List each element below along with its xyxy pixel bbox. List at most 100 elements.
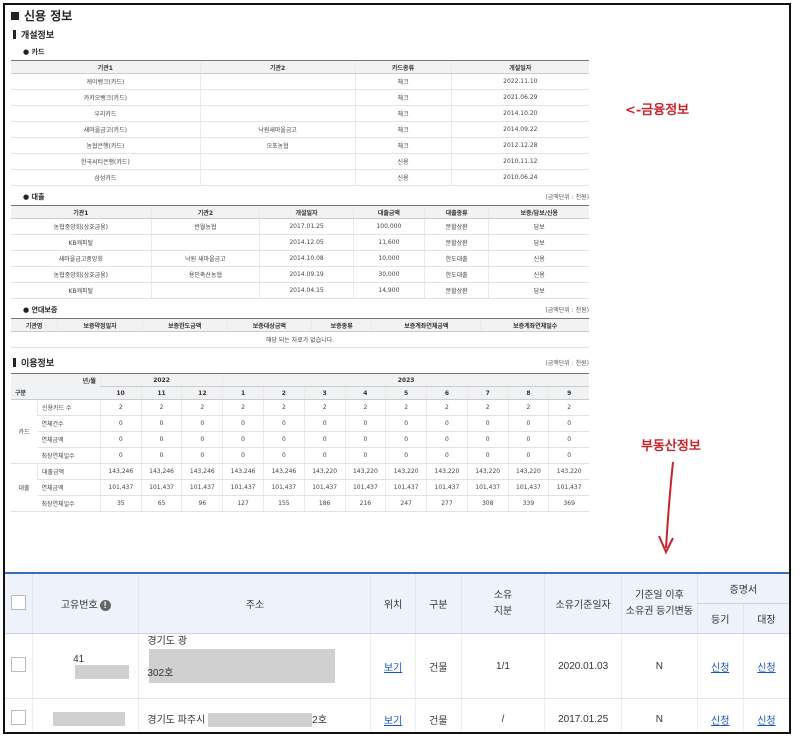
base-date-cell: 2017.01.25 <box>544 698 622 732</box>
table-cell: 101,437 <box>548 479 589 496</box>
table-cell: 339 <box>507 495 549 512</box>
table-cell: 0 <box>385 431 427 448</box>
table-cell: 216 <box>344 495 386 512</box>
table-row: 최장연체일수 0 0 0 0 0 0 0 0 0 0 0 0 <box>11 447 589 464</box>
card-table: 기관1 기관2 카드종류 개설일자 케이뱅크(카드) 체크 2022.11.10 카카오뱅크(… <box>11 60 589 186</box>
table-cell: 신용 <box>488 266 589 283</box>
table-cell: 0 <box>99 431 142 448</box>
row-checkbox[interactable] <box>11 710 27 725</box>
address-suffix: 2호 <box>312 714 327 726</box>
finance-annotation: <-금융정보 <box>625 103 690 118</box>
table-cell: 0 <box>140 447 182 464</box>
table-cell: 0 <box>181 415 223 432</box>
table-cell: 14,900 <box>352 282 425 299</box>
location-header: 위치 <box>370 572 416 634</box>
reg-apply-link[interactable]: 신청 <box>711 663 729 674</box>
table-cell: 2012.12.28 <box>450 137 589 154</box>
bar-bullet-icon <box>13 30 16 39</box>
table-cell: 247 <box>385 495 427 512</box>
table-cell: 96 <box>181 495 223 512</box>
table-cell <box>150 234 260 251</box>
table-cell: 신용 <box>488 250 589 267</box>
table-cell: 2014.10.08 <box>259 250 354 267</box>
table-cell: 2010.11.12 <box>450 153 589 170</box>
row-label: 연체금액 <box>37 431 101 448</box>
table-cell: 체크 <box>354 105 452 122</box>
credit-report: 신용 정보 개설정보 ● 카드 기관1 기관2 카드종류 개설일자 케이뱅크(카드) 체크… <box>11 5 589 512</box>
year-row: 년/월 구분 2022 2023 <box>11 373 589 400</box>
table-cell: 한도대출 <box>423 250 489 267</box>
table-cell: 0 <box>344 447 386 464</box>
location-view-link[interactable]: 보기 <box>384 663 402 674</box>
table-cell: KB캐피탈 <box>11 282 152 299</box>
table-cell: 0 <box>507 415 549 432</box>
table-row: 연체금액 0 0 0 0 0 0 0 0 0 0 0 0 <box>11 431 589 448</box>
table-cell: 0 <box>426 431 468 448</box>
table-cell: 101,437 <box>262 479 305 496</box>
share-cell: / <box>460 698 545 732</box>
row-checkbox[interactable] <box>11 657 27 672</box>
table-cell: 2014.09.19 <box>259 266 354 283</box>
table-cell: 101,437 <box>140 479 182 496</box>
reg-apply-link[interactable]: 신청 <box>711 716 729 727</box>
address-text: 경기도 파주시 <box>147 714 209 726</box>
table-cell: 0 <box>222 415 264 432</box>
table-cell: 101,437 <box>344 479 386 496</box>
table-cell: 143,220 <box>507 463 549 480</box>
table-cell: 100,000 <box>352 218 425 235</box>
cert-ledger-header: 대장 <box>742 603 789 634</box>
table-cell: 369 <box>548 495 589 512</box>
corner-header: 년/월 구분 <box>11 373 101 400</box>
realestate-annotation: 부동산정보 <box>641 439 701 454</box>
table-row: 농협중앙회(상호금융) 반월농협 2017.01.25 100,000 분할상환 담보 <box>11 218 589 235</box>
row-label: 최장연체일수 <box>37 447 101 464</box>
table-cell: 케이뱅크(카드) <box>11 73 201 90</box>
month-header: 8 <box>507 386 549 400</box>
table-row: 농협중앙회(상호금융) 용인축산농협 2014.09.19 30,000 한도대출 신용 <box>11 266 589 283</box>
table-cell: 0 <box>181 447 223 464</box>
column-header: 기관2 <box>199 60 356 74</box>
table-cell: 농협은행(카드) <box>11 137 201 154</box>
table-cell: 127 <box>222 495 264 512</box>
property-table: 고유번호! 주소 위치 구분 소유 지분 소유기준일자 기준일 이후 소유권 등… <box>5 572 789 732</box>
column-header: 대출종류 <box>423 205 489 219</box>
redacted-block <box>208 713 313 728</box>
month-header: 5 <box>385 386 427 400</box>
table-row: 카드 신용카드 수222222222222 <box>11 399 589 464</box>
share-header: 소유 지분 <box>460 572 545 634</box>
table-row: 대출 대출금액 143,246 143,246 143,246 143,246 143,24… <box>11 463 589 512</box>
info-icon[interactable]: ! <box>99 599 111 611</box>
loan-heading: ● 대출 (금액단위 : 천원) <box>23 193 589 201</box>
ledger-apply-link[interactable]: 신청 <box>757 663 775 674</box>
month-header: 4 <box>344 386 386 400</box>
table-cell: 143,246 <box>262 463 305 480</box>
table-cell: 카카오뱅크(카드) <box>11 89 201 106</box>
red-arrow-icon <box>658 461 674 555</box>
table-cell: 186 <box>303 495 345 512</box>
table-cell: 143,220 <box>426 463 468 480</box>
column-header: 대출금액 <box>352 205 425 219</box>
table-cell: 체크 <box>354 89 452 106</box>
table-cell: 담보 <box>488 218 589 235</box>
table-cell: 체크 <box>354 73 452 90</box>
table-cell: 101,437 <box>466 479 509 496</box>
redacted-block <box>75 664 130 679</box>
year-header: 2023 <box>222 373 589 387</box>
bar-bullet-icon <box>13 358 16 367</box>
ledger-apply-link[interactable]: 신청 <box>757 716 775 727</box>
table-cell: 2 <box>303 399 345 416</box>
address-text: 경기도 광 <box>147 636 187 647</box>
header-row: 기관명 보증약정일자 보증한도금액 보증대상금액 보증종류 보증계좌연체금액 보증계좌연체일… <box>11 318 589 332</box>
redacted-block <box>53 712 126 726</box>
table-cell: 2 <box>507 399 549 416</box>
row-label: 대출금액 <box>37 463 101 480</box>
table-cell: 101,437 <box>507 479 549 496</box>
column-header: 보증종류 <box>311 318 372 332</box>
location-view-link[interactable]: 보기 <box>384 716 402 727</box>
select-all-checkbox[interactable] <box>11 594 27 610</box>
table-cell: 농협중앙회(상호금융) <box>11 266 152 283</box>
share-cell: 1/1 <box>460 633 545 699</box>
table-cell <box>199 89 356 106</box>
cert-header: 증명서 <box>696 572 789 604</box>
table-cell: 0 <box>140 431 182 448</box>
